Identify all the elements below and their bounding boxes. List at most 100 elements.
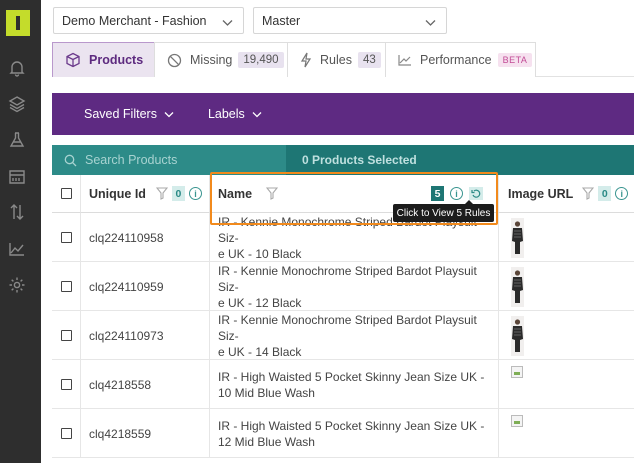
unique-id-cell: clq224110959 <box>81 262 210 311</box>
name-line-1: IR - High Waisted 5 Pocket Skinny Jean S… <box>218 369 485 384</box>
unique-id-cell: clq224110973 <box>81 311 210 360</box>
image-url-cell <box>499 360 634 409</box>
store-icon[interactable] <box>6 166 28 188</box>
table-row[interactable]: clq224110973 IR - Kennie Monochrome Stri… <box>52 311 634 360</box>
row-select-cell <box>52 213 81 262</box>
broken-image-icon[interactable] <box>511 415 523 427</box>
filter-funnel-icon[interactable] <box>155 187 168 200</box>
rules-count-badge: 43 <box>357 52 381 68</box>
filter-funnel-icon[interactable] <box>266 187 279 200</box>
table-row[interactable]: clq224110959 IR - Kennie Monochrome Stri… <box>52 262 634 311</box>
rules-tooltip: Click to View 5 Rules <box>393 200 494 222</box>
table-row[interactable]: clq224110958 IR - Kennie Monochrome Stri… <box>52 213 634 262</box>
settings-gear-icon[interactable] <box>6 274 28 296</box>
layers-icon[interactable] <box>6 93 28 115</box>
chevron-down-icon <box>252 111 262 118</box>
row-select-cell <box>52 262 81 311</box>
table-row[interactable]: clq4218559 IR - High Waisted 5 Pocket Sk… <box>52 409 634 458</box>
select-all-header <box>52 175 81 213</box>
saved-filters-label: Saved Filters <box>84 107 157 121</box>
name-cell: IR - High Waisted 5 Pocket Skinny Jean S… <box>210 360 499 409</box>
unique-id-cell: clq4218558 <box>81 360 210 409</box>
search-box <box>52 145 286 175</box>
merchant-select[interactable]: Demo Merchant - Fashion <box>53 7 244 34</box>
name-line-2: 12 Mid Blue Wash <box>218 434 315 449</box>
main-tabs: Products Missing 19,490 Rules 43 Perform… <box>52 42 634 77</box>
row-checkbox[interactable] <box>60 428 72 439</box>
tab-rules[interactable]: Rules 43 <box>287 42 386 77</box>
search-bar: 0 Products Selected <box>52 145 634 175</box>
selected-count: 0 Products Selected <box>302 153 417 167</box>
row-select-cell <box>52 409 81 458</box>
row-checkbox[interactable] <box>60 379 72 390</box>
flask-icon[interactable] <box>6 129 28 151</box>
analytics-icon[interactable] <box>6 238 28 260</box>
image-url-cell <box>499 213 634 262</box>
rules-count-badge[interactable]: 5 <box>431 186 445 201</box>
tab-performance[interactable]: Performance BETA <box>385 42 536 77</box>
name-line-1: IR - Kennie Monochrome Striped Bardot Pl… <box>218 312 477 343</box>
column-header-image-url[interactable]: Image URL 0 i <box>499 175 634 213</box>
name-line-1: IR - Kennie Monochrome Striped Bardot Pl… <box>218 263 477 294</box>
lightning-icon <box>300 52 312 68</box>
catalog-select[interactable]: Master <box>253 7 447 34</box>
app-logo[interactable] <box>6 10 30 36</box>
product-thumbnail[interactable] <box>511 316 524 356</box>
filter-bar: Saved Filters Labels <box>52 93 634 135</box>
name-line-1: IR - High Waisted 5 Pocket Skinny Jean S… <box>218 418 485 433</box>
chevron-down-icon <box>425 16 436 30</box>
row-checkbox[interactable] <box>60 281 72 292</box>
filter-funnel-icon[interactable] <box>582 187 595 200</box>
unique-id-header-label: Unique Id <box>89 186 146 201</box>
broken-image-icon[interactable] <box>511 366 523 378</box>
chevron-down-icon <box>222 16 233 30</box>
name-cell: IR - Kennie Monochrome Striped Bardot Pl… <box>210 262 499 311</box>
left-nav-rail <box>0 0 41 463</box>
tab-products[interactable]: Products <box>52 42 155 77</box>
search-input[interactable] <box>85 153 275 167</box>
info-icon[interactable]: i <box>188 187 202 200</box>
missing-count-badge: 19,490 <box>238 52 284 68</box>
beta-badge: BETA <box>497 53 533 67</box>
image-url-cell <box>499 311 634 360</box>
info-icon[interactable]: i <box>450 187 464 200</box>
name-line-2: 10 Mid Blue Wash <box>218 385 315 400</box>
app-root: Demo Merchant - Fashion Master Products … <box>0 0 634 463</box>
labels-label: Labels <box>207 107 245 121</box>
name-line-2: e UK - 10 Black <box>218 246 302 261</box>
image-url-cell <box>499 409 634 458</box>
search-icon <box>64 154 77 167</box>
catalog-select-value: Master <box>262 13 301 28</box>
product-thumbnail[interactable] <box>511 267 524 307</box>
unique-id-filter-count: 0 <box>171 186 185 201</box>
row-select-cell <box>52 360 81 409</box>
sort-arrows-icon[interactable] <box>6 201 28 223</box>
image-url-header-label: Image URL <box>508 186 574 201</box>
column-header-unique-id[interactable]: Unique Id 0 i <box>81 175 210 213</box>
bell-icon[interactable] <box>6 57 28 79</box>
row-checkbox[interactable] <box>60 232 72 243</box>
tab-products-label: Products <box>89 53 144 67</box>
name-line-2: e UK - 14 Black <box>218 344 302 359</box>
info-icon[interactable]: i <box>615 187 629 200</box>
unique-id-cell: clq224110958 <box>81 213 210 262</box>
select-all-checkbox[interactable] <box>60 188 72 199</box>
product-thumbnail[interactable] <box>511 218 524 258</box>
row-checkbox[interactable] <box>60 330 72 341</box>
chevron-down-icon <box>164 111 174 118</box>
tab-performance-label: Performance <box>420 53 492 67</box>
prohibited-icon <box>167 53 182 68</box>
name-cell: IR - Kennie Monochrome Striped Bardot Pl… <box>210 311 499 360</box>
row-select-cell <box>52 311 81 360</box>
name-line-2: e UK - 12 Black <box>218 295 302 310</box>
image-url-cell <box>499 262 634 311</box>
labels-button[interactable]: Labels <box>208 107 262 121</box>
name-header-label: Name <box>218 186 253 201</box>
tab-missing[interactable]: Missing 19,490 <box>154 42 288 77</box>
saved-filters-button[interactable]: Saved Filters <box>84 107 174 121</box>
merchant-select-value: Demo Merchant - Fashion <box>62 13 207 28</box>
undo-icon[interactable] <box>469 187 484 200</box>
line-chart-icon <box>398 54 412 66</box>
table-row[interactable]: clq4218558 IR - High Waisted 5 Pocket Sk… <box>52 360 634 409</box>
tab-rules-label: Rules <box>320 53 352 67</box>
